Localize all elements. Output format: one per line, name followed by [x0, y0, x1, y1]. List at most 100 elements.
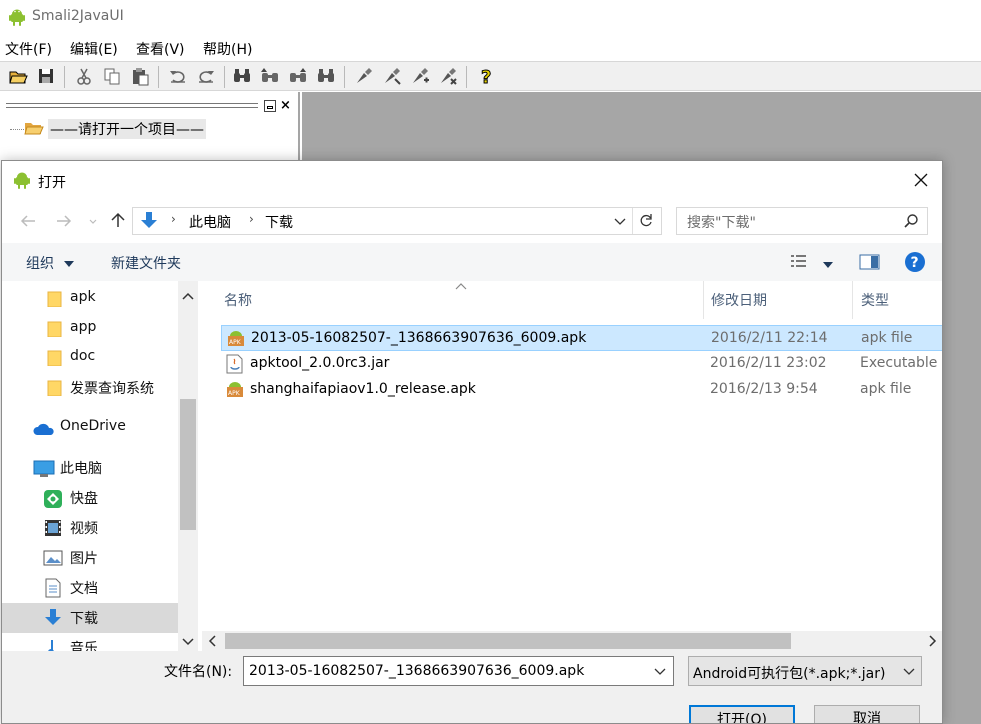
- cut-icon[interactable]: [74, 66, 94, 86]
- file-type-select[interactable]: Android可执行包(*.apk;*.jar): [688, 656, 922, 686]
- folder-icon: [47, 350, 63, 370]
- find-previous-icon[interactable]: [288, 66, 308, 86]
- music-icon: [47, 638, 61, 651]
- build-icon[interactable]: [410, 66, 430, 86]
- file-row[interactable]: apktool_2.0.0rc3.jar 2016/2/11 23:02 Exe…: [221, 351, 942, 377]
- recent-locations-icon[interactable]: [88, 215, 98, 231]
- apk-icon: APK: [225, 379, 245, 403]
- open-button[interactable]: 打开(O): [689, 705, 795, 723]
- chevron-down-icon[interactable]: [823, 258, 833, 274]
- copy-icon[interactable]: [102, 66, 122, 86]
- find-next-icon[interactable]: [260, 66, 280, 86]
- nav-item-pictures[interactable]: 图片: [2, 543, 178, 573]
- folder-icon: [47, 291, 63, 311]
- nav-item-music[interactable]: 音乐: [2, 633, 178, 651]
- compile-icon[interactable]: [354, 66, 374, 86]
- menu-bar: 文件(F) 编辑(E) 查看(V) 帮助(H): [0, 36, 981, 60]
- nav-item-videos[interactable]: 视频: [2, 513, 178, 543]
- filename-value: 2013-05-16082507-_1368663907636_6009.apk: [249, 663, 585, 679]
- nav-item-documents[interactable]: 文档: [2, 573, 178, 603]
- close-pane-icon[interactable]: ×: [280, 98, 291, 113]
- chevron-right-icon[interactable]: [928, 635, 938, 651]
- file-date: 2016/2/11 22:14: [711, 330, 828, 346]
- command-bar: 组织 新建文件夹 ?: [2, 243, 942, 281]
- svg-text:APK: APK: [229, 339, 242, 346]
- file-name: apktool_2.0.0rc3.jar: [250, 355, 390, 371]
- file-row[interactable]: APK shanghaifapiaov1.0_release.apk 2016/…: [221, 377, 942, 403]
- nav-item-label: OneDrive: [60, 418, 126, 434]
- new-folder-button[interactable]: 新建文件夹: [111, 253, 181, 273]
- file-list: 名称 修改日期 类型 APK 2013-05-16082507-_1368663…: [202, 281, 942, 651]
- toolbar-separator: [466, 66, 467, 88]
- nav-item-downloads[interactable]: 下载: [2, 603, 178, 633]
- help-icon[interactable]: ?: [904, 251, 926, 277]
- clean-icon[interactable]: [438, 66, 458, 86]
- file-date: 2016/2/11 23:02: [710, 355, 827, 371]
- chevron-down-icon[interactable]: [654, 665, 666, 681]
- filename-field[interactable]: 2013-05-16082507-_1368663907636_6009.apk: [243, 656, 674, 686]
- menu-file[interactable]: 文件(F): [5, 39, 52, 59]
- search-icon[interactable]: [903, 213, 919, 233]
- scrollbar-thumb[interactable]: [180, 399, 196, 530]
- project-tree-item[interactable]: ——请打开一个项目——: [48, 119, 206, 139]
- svg-text:?: ?: [481, 67, 491, 86]
- paste-icon[interactable]: [130, 66, 150, 86]
- folder-icon: [47, 380, 63, 400]
- column-name[interactable]: 名称: [224, 290, 252, 310]
- address-bar[interactable]: › 此电脑 › 下载: [132, 207, 662, 235]
- chevron-down-icon[interactable]: [182, 635, 194, 651]
- file-row-selected[interactable]: APK 2013-05-16082507-_1368663907636_6009…: [221, 325, 942, 352]
- help-icon[interactable]: ?: [476, 66, 496, 89]
- filename-label: 文件名(N):: [164, 664, 233, 680]
- video-icon: [44, 519, 62, 541]
- nav-item-this-pc[interactable]: 此电脑: [2, 453, 178, 483]
- organize-button[interactable]: 组织: [26, 253, 54, 273]
- back-icon[interactable]: [18, 211, 38, 235]
- chevron-up-icon[interactable]: [182, 289, 194, 305]
- nav-item-apk[interactable]: apk: [2, 284, 178, 314]
- chevron-left-icon[interactable]: [207, 635, 217, 651]
- nav-item-onedrive[interactable]: OneDrive: [2, 413, 178, 443]
- chevron-down-icon[interactable]: [613, 215, 627, 233]
- up-icon[interactable]: [108, 210, 128, 234]
- menu-edit[interactable]: 编辑(E): [70, 39, 118, 59]
- close-icon[interactable]: [906, 167, 936, 193]
- forward-icon[interactable]: [54, 211, 74, 235]
- downloads-icon: [43, 608, 63, 632]
- file-type: apk file: [861, 330, 913, 346]
- refresh-icon[interactable]: [638, 213, 654, 233]
- save-icon[interactable]: [36, 66, 56, 86]
- search-input[interactable]: 搜索"下载": [676, 207, 928, 235]
- replace-icon[interactable]: [316, 66, 336, 86]
- nav-item-app[interactable]: app: [2, 314, 178, 344]
- nav-item-label: apk: [70, 289, 96, 305]
- scrollbar-thumb[interactable]: [225, 633, 791, 649]
- nav-item-invoice-system[interactable]: 发票查询系统: [2, 373, 178, 403]
- dialog-title: 打开: [38, 175, 66, 191]
- view-options-icon[interactable]: [791, 254, 813, 274]
- android-icon: [9, 8, 25, 30]
- redo-icon[interactable]: [196, 66, 216, 86]
- breadcrumb-downloads[interactable]: 下载: [265, 212, 293, 232]
- breadcrumb-this-pc[interactable]: 此电脑: [189, 212, 231, 232]
- nav-item-label: 下载: [70, 611, 98, 627]
- horizontal-scrollbar[interactable]: [202, 631, 942, 651]
- decompile-icon[interactable]: [382, 66, 402, 86]
- navigation-scrollbar[interactable]: [178, 281, 198, 651]
- restore-pane-icon[interactable]: [264, 100, 276, 112]
- apk-icon: APK: [226, 328, 246, 352]
- open-folder-icon[interactable]: [8, 66, 28, 86]
- nav-item-kuaipan[interactable]: 快盘: [2, 483, 178, 513]
- find-icon[interactable]: [232, 66, 252, 86]
- menu-view[interactable]: 查看(V): [136, 39, 185, 59]
- open-file-dialog: 打开 › 此电脑 › 下载 搜索"下载" 组织 新建文件夹 ? apk app …: [1, 160, 943, 724]
- column-date-modified[interactable]: 修改日期: [711, 290, 767, 310]
- menu-help[interactable]: 帮助(H): [203, 39, 252, 59]
- undo-icon[interactable]: [168, 66, 188, 86]
- chevron-down-icon: [903, 665, 915, 681]
- documents-icon: [45, 578, 61, 602]
- cancel-button[interactable]: 取消: [814, 705, 920, 723]
- nav-item-doc[interactable]: doc: [2, 343, 178, 373]
- column-type[interactable]: 类型: [861, 290, 889, 310]
- preview-pane-icon[interactable]: [859, 253, 881, 275]
